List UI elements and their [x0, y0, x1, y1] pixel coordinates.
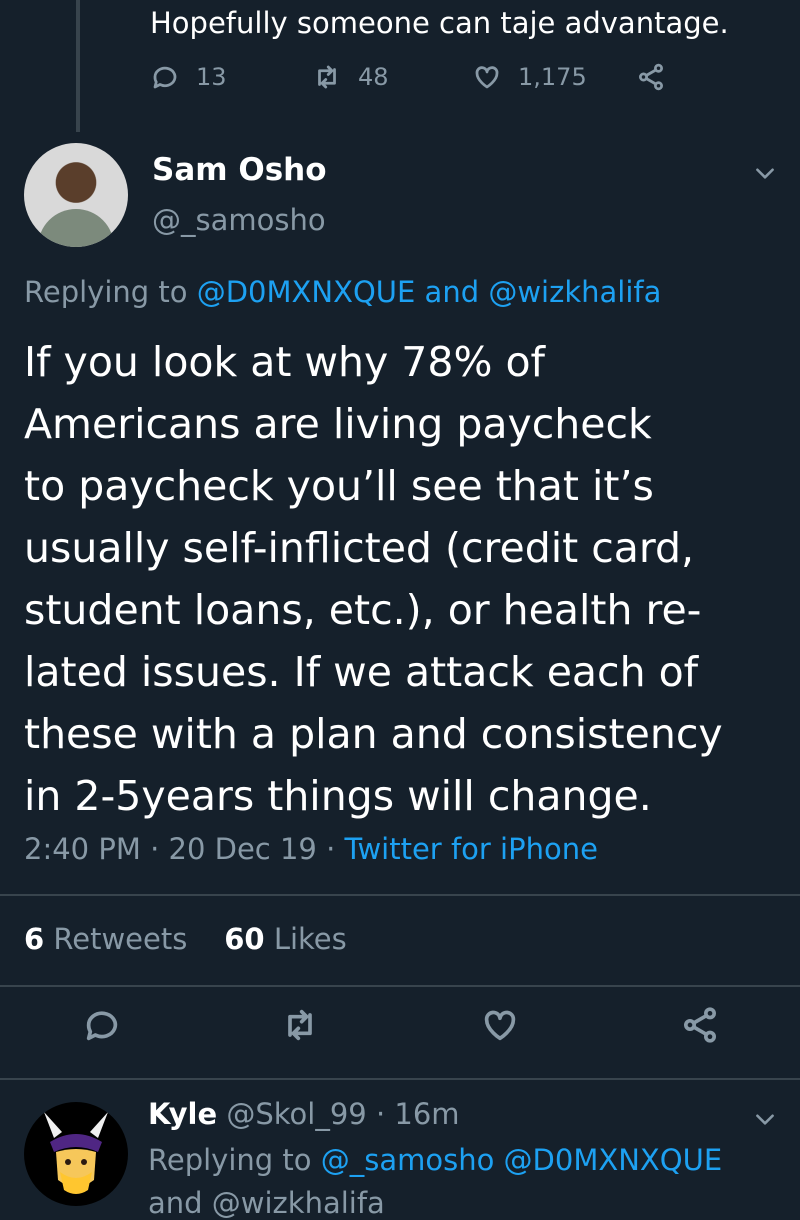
divider [0, 894, 800, 896]
likes-count: 60 [224, 922, 265, 956]
tweet-stats: 6 Retweets 60 Likes [24, 922, 347, 956]
likes-stat[interactable]: 60 Likes [224, 922, 347, 956]
meta-separator: · [326, 832, 336, 866]
retweet-button[interactable] [280, 1005, 320, 1049]
meta-separator: · [150, 832, 160, 866]
tweet-date: 20 Dec 19 [168, 832, 317, 866]
like-icon [484, 1010, 516, 1041]
divider [0, 985, 800, 987]
tweet-text-line: to paycheck you’ll see that it’s [24, 462, 654, 510]
retweet-icon [318, 65, 336, 89]
thread-connector-line [76, 0, 80, 132]
reply-button[interactable] [82, 1005, 122, 1049]
reply-tweet-header: Kyle @Skol_99 · 16m [148, 1097, 460, 1131]
reply-replying-to: Replying to @_samosho @D0MXNXQUE [148, 1143, 722, 1177]
like-icon [475, 66, 499, 89]
tweet-text-line: Americans are living paycheck [24, 400, 652, 448]
previous-tweet-actions: 13 48 1,175 [150, 62, 690, 102]
share-icon [684, 1007, 716, 1043]
previous-reply-count: 13 [196, 63, 227, 91]
avatar[interactable] [24, 1102, 128, 1206]
meta-separator: · [375, 1097, 386, 1131]
previous-like-count: 1,175 [518, 63, 587, 91]
previous-retweet-button[interactable]: 48 [312, 62, 389, 92]
reply-time: 16m [394, 1097, 460, 1131]
reply-author-name[interactable]: Kyle [148, 1097, 217, 1131]
tweet-text-line: in 2-5years things will change. [24, 772, 652, 820]
retweets-count: 6 [24, 922, 45, 956]
chevron-down-icon [756, 1114, 774, 1125]
vikings-logo-icon [44, 1112, 108, 1194]
author-name[interactable]: Sam Osho [152, 152, 327, 188]
reply-tweet-options-button[interactable] [752, 1106, 778, 1132]
retweets-stat[interactable]: 6 Retweets [24, 922, 187, 956]
like-button[interactable] [480, 1005, 520, 1049]
avatar[interactable] [24, 143, 128, 247]
reply-replying-to-continued: and @wizkhalifa [148, 1186, 385, 1220]
tweet-metadata: 2:40 PM · 20 Dec 19 · Twitter for iPhone [24, 832, 598, 866]
retweet-icon [288, 1009, 312, 1041]
tweet-text-line: If you look at why 78% of [24, 338, 545, 386]
chevron-down-icon [756, 168, 774, 179]
reply-author-handle[interactable]: @Skol_99 [226, 1097, 366, 1131]
likes-label: Likes [273, 922, 347, 956]
share-button[interactable] [680, 1005, 720, 1049]
reply-icon [86, 1011, 118, 1041]
tweet-time: 2:40 PM [24, 832, 141, 866]
mention-link[interactable]: @_samosho [321, 1143, 495, 1177]
previous-share-button[interactable] [636, 62, 666, 92]
tweet-action-bar [0, 1005, 800, 1057]
author-handle[interactable]: @_samosho [152, 203, 326, 237]
tweet-source-link[interactable]: Twitter for iPhone [345, 832, 598, 866]
tweet-text-line: student loans, etc.), or health re- [24, 586, 702, 634]
previous-like-button[interactable]: 1,175 [472, 62, 587, 92]
mention-link[interactable]: @D0MXNXQUE [197, 275, 416, 309]
tweet-options-button[interactable] [752, 160, 778, 186]
previous-tweet-text: Hopefully someone can taje advantage. [150, 6, 729, 40]
replying-to: Replying to @D0MXNXQUE and @wizkhalifa [24, 275, 661, 309]
mention-link[interactable]: @D0MXNXQUE [504, 1143, 723, 1177]
tweet-text-line: these with a plan and consistency [24, 710, 723, 758]
tweet-text-line: usually self-inflicted (credit card, [24, 524, 695, 572]
previous-retweet-count: 48 [358, 63, 389, 91]
tweet-text: If you look at why 78% of Americans are … [24, 331, 784, 827]
mention-link[interactable]: @wizkhalifa [488, 275, 661, 309]
retweets-label: Retweets [53, 922, 188, 956]
divider [0, 1078, 800, 1080]
mention-joiner[interactable]: and [425, 275, 480, 309]
replying-prefix: Replying to [148, 1143, 312, 1177]
reply-icon [153, 66, 177, 89]
previous-reply-button[interactable]: 13 [150, 62, 227, 92]
replying-prefix: Replying to [24, 275, 188, 309]
share-icon [639, 63, 663, 91]
tweet-text-line: lated issues. If we attack each of [24, 648, 699, 696]
